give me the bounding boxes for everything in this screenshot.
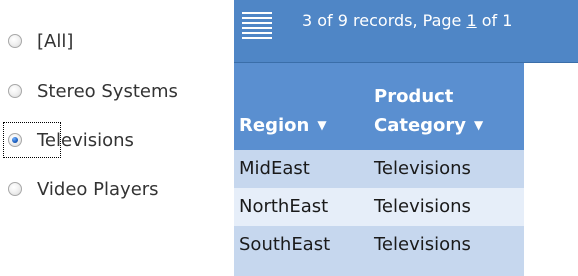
sort-down-icon[interactable]: ▼	[317, 118, 326, 132]
grid-toolbar: 3 of 9 records, Page 1 of 1	[234, 0, 578, 63]
cell-region: SouthEast	[239, 234, 331, 255]
records-prefix: 3 of 9 records, Page	[302, 11, 467, 30]
column-header-label: Region	[239, 115, 310, 136]
column-header-label: Product	[374, 86, 454, 107]
sort-down-icon[interactable]: ▼	[474, 118, 483, 132]
filter-option-label: Stereo Systems	[37, 80, 178, 102]
table-row[interactable]: MidEast Televisions	[234, 150, 524, 188]
record-count: 3 of 9 records, Page 1 of 1	[302, 11, 512, 30]
cell-region: MidEast	[239, 158, 310, 179]
filter-option-label: Video Players	[37, 178, 159, 200]
radio-button[interactable]	[8, 84, 22, 98]
cell-product-category: Televisions	[374, 234, 471, 255]
column-header-region[interactable]: Region ▼	[239, 115, 327, 136]
table-row[interactable]: NorthEast Televisions	[234, 188, 524, 226]
table-row[interactable]: SouthEast Televisions	[234, 226, 524, 276]
filter-option-video-players[interactable]: Video Players	[8, 172, 159, 206]
radio-button[interactable]	[8, 182, 22, 196]
cell-product-category: Televisions	[374, 158, 471, 179]
hamburger-icon[interactable]	[242, 12, 272, 46]
focus-ring	[3, 122, 61, 158]
cell-region: NorthEast	[239, 196, 329, 217]
filter-option-stereo-systems[interactable]: Stereo Systems	[8, 74, 178, 108]
radio-button[interactable]	[8, 34, 22, 48]
filter-option-all[interactable]: [All]	[8, 24, 73, 58]
category-filter: [All] Stereo Systems Televisions Video P…	[0, 0, 232, 276]
records-suffix: of 1	[476, 11, 513, 30]
column-header-product-category[interactable]: Product Category ▼	[374, 82, 483, 140]
column-header-row: Region ▼ Product Category ▼	[234, 63, 524, 150]
filter-option-label: [All]	[37, 30, 74, 52]
cell-product-category: Televisions	[374, 196, 471, 217]
records-grid: 3 of 9 records, Page 1 of 1 Region ▼ Prod…	[234, 0, 578, 276]
page-number-link[interactable]: 1	[466, 11, 476, 30]
column-header-label: Category	[374, 115, 467, 136]
